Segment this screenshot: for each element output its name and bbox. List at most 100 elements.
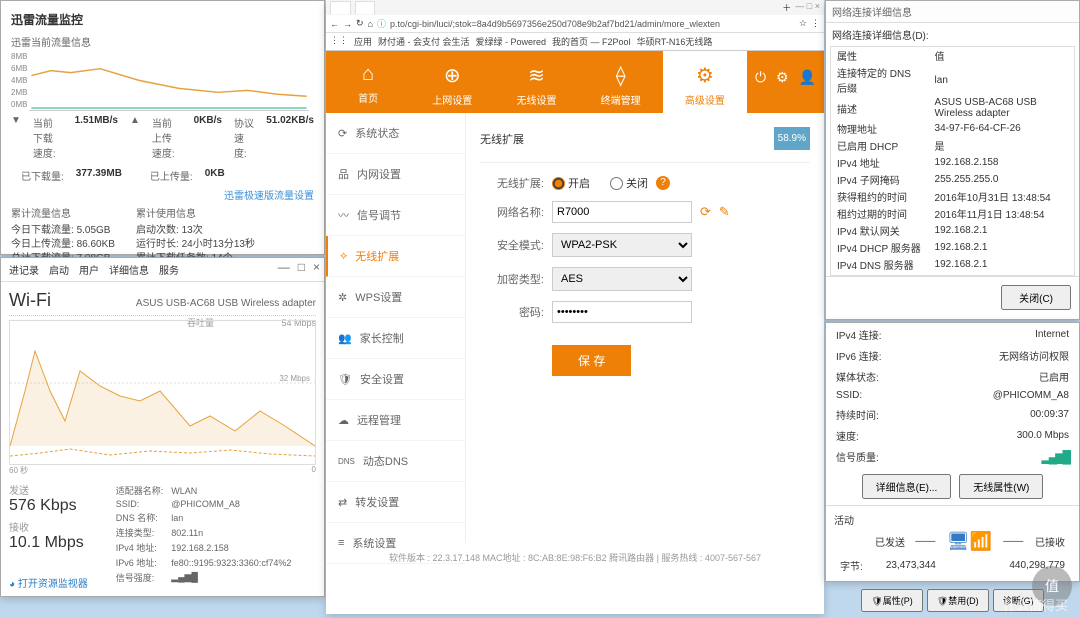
wifi-heading: Wi-Fi (9, 290, 51, 311)
sidebar-item-signal[interactable]: 〰信号调节 (326, 195, 465, 236)
encryption-select[interactable]: AES (552, 267, 692, 291)
tab-users[interactable]: 用户 (79, 262, 99, 277)
disable-button[interactable]: 🛡禁用(D) (927, 589, 989, 612)
password-input[interactable] (552, 301, 692, 323)
tab-startup[interactable]: 启动 (49, 262, 69, 277)
wifi-status: IPv4 连接:Internet IPv6 连接:无网络访问权限 媒体状态:已启… (825, 322, 1080, 582)
radio-off[interactable]: 关闭 (610, 175, 648, 191)
nav-internet[interactable]: ⊕上网设置 (410, 51, 494, 113)
browser-window: ＋ — □ × ← → ↻ ⌂ ⓘ p.to/cgi-bin/luci/;sto… (326, 0, 824, 614)
xunlei-chart (29, 51, 309, 111)
wifi-props-button[interactable]: 无线属性(W) (959, 474, 1043, 499)
close-button[interactable]: 关闭(C) (1001, 285, 1071, 310)
sidebar-item-forward[interactable]: ⇄转发设置 (326, 482, 465, 523)
devices-icon: ⟠ (579, 63, 663, 88)
nav-advanced[interactable]: ⚙高级设置 (663, 51, 747, 113)
xunlei-settings-link[interactable]: 迅雷极速版流量设置 (11, 187, 314, 202)
browser-tab[interactable] (330, 1, 351, 14)
bookmark[interactable]: 我的首页 — F2Pool (552, 35, 631, 48)
props-button[interactable]: 🛡属性(P) (861, 589, 922, 612)
system-icon: ≡ (338, 537, 344, 549)
save-button[interactable]: 保 存 (552, 345, 631, 376)
send-rate: 576 Kbps (9, 497, 84, 515)
forward-icon[interactable]: → (343, 19, 352, 29)
sidebar-item-status[interactable]: ⟳系统状态 (326, 113, 465, 154)
open-resmon-link[interactable]: 打开资源监视器 (18, 579, 88, 590)
adapter-name: ASUS USB-AC68 USB Wireless adapter (136, 298, 316, 309)
nav-terminal[interactable]: ⟠终端管理 (579, 51, 663, 113)
tab-history[interactable]: 进记录 (9, 262, 39, 277)
sidebar-item-wlext[interactable]: ⟡无线扩展 (326, 236, 465, 277)
close-icon[interactable]: × (313, 260, 320, 274)
ssid-input[interactable] (552, 201, 692, 223)
security-select[interactable]: WPA2-PSK (552, 233, 692, 257)
netdetail-title: 网络连接详细信息 (826, 1, 1079, 23)
sidebar-item-lan[interactable]: 品内网设置 (326, 154, 465, 195)
watermark-text: 什么值得买 (1003, 595, 1068, 614)
details-button[interactable]: 详细信息(E)... (862, 474, 952, 499)
main-nav: ⌂首页 ⊕上网设置 ≋无线设置 ⟠终端管理 ⚙高级设置 ⏻ ⚙ 👤 (326, 51, 824, 113)
page-title: 无线扩展 (480, 131, 524, 147)
bookmark[interactable]: 华硕RT-N16无线路 (637, 35, 713, 48)
nav-home[interactable]: ⌂首页 (326, 51, 410, 113)
menubar: 进记录 启动 用户 详细信息 服务 (1, 258, 324, 282)
user-icon[interactable]: 👤 (799, 69, 816, 95)
sidebar-item-remote[interactable]: ☁远程管理 (326, 400, 465, 441)
lan-icon: 品 (338, 166, 349, 182)
y-axis: 8MB6MB4MB2MB0MB (11, 51, 29, 111)
shield-icon: 🛡 (338, 373, 352, 386)
star-icon[interactable]: ☆ (799, 18, 807, 29)
cloud-icon: ☁ (338, 414, 349, 427)
bookmark[interactable]: 应用 (354, 35, 372, 48)
antenna-icon: ⟡ (340, 250, 347, 263)
reload-icon[interactable]: ↻ (356, 18, 364, 29)
bytes-sent: 23,473,344 (870, 556, 940, 575)
wifi-chart: 32 Mbps (9, 320, 316, 465)
sliders-icon: ⚙ (663, 63, 747, 88)
browser-tab[interactable] (355, 1, 376, 14)
home-icon[interactable]: ⌂ (368, 19, 373, 29)
info-icon[interactable]: ⓘ (377, 17, 386, 30)
signal-icon: 〰 (338, 207, 349, 223)
edit-icon[interactable]: ✎ (719, 204, 730, 220)
back-icon[interactable]: ← (330, 19, 339, 29)
sidebar-item-parental[interactable]: 👥家长控制 (326, 318, 465, 359)
url-bar[interactable]: p.to/cgi-bin/luci/;stok=8a4d9b5697356e25… (390, 19, 795, 29)
sidebar-item-security[interactable]: 🛡安全设置 (326, 359, 465, 400)
down-arrow-icon: ▼ (11, 115, 21, 160)
help-icon[interactable]: ? (656, 176, 670, 190)
sidebar-item-ddns[interactable]: DNS动态DNS (326, 441, 465, 482)
radio-on[interactable]: 开启 (552, 175, 590, 191)
percent-badge: 58.9% (774, 127, 810, 150)
xunlei-title: 迅雷流量监控 (11, 11, 314, 28)
home-nav-icon: ⌂ (326, 63, 410, 86)
svg-text:32 Mbps: 32 Mbps (279, 374, 310, 383)
signal-icon: ▂▄▆█ (171, 572, 198, 582)
tab-services[interactable]: 服务 (159, 262, 179, 277)
recv-rate: 10.1 Mbps (9, 534, 84, 552)
power-icon[interactable]: ⏻ (755, 69, 766, 95)
maximize-icon[interactable]: □ (298, 260, 305, 274)
minimize-icon[interactable]: — (278, 260, 290, 274)
dns-icon: DNS (338, 457, 355, 466)
menu-icon[interactable]: ⋮ (811, 18, 820, 29)
new-tab-button[interactable]: ＋ (782, 1, 791, 14)
apps-icon[interactable]: ⋮⋮ (330, 35, 348, 48)
sidebar-item-wps[interactable]: ✲WPS设置 (326, 277, 465, 318)
signal-bars-icon: ▂▄▆█ (1042, 450, 1069, 464)
sidebar: ⟳系统状态 品内网设置 〰信号调节 ⟡无线扩展 ✲WPS设置 👥家长控制 🛡安全… (326, 113, 466, 543)
globe-icon: ⊕ (410, 63, 494, 88)
wps-icon: ✲ (338, 291, 347, 304)
network-details: 网络连接详细信息 网络连接详细信息(D): 属性值 连接特定的 DNS 后缀la… (825, 0, 1080, 320)
gear-icon[interactable]: ⚙ (776, 69, 789, 95)
bookmark[interactable]: 财付通 - 会支付 会生活 (378, 35, 470, 48)
parental-icon: 👥 (338, 332, 352, 345)
resmon-icon: ◕ (9, 579, 15, 590)
tab-details[interactable]: 详细信息 (109, 262, 149, 277)
scan-icon[interactable]: ⟳ (700, 204, 711, 220)
xunlei-monitor: 迅雷流量监控 迅雷当前流量信息 8MB6MB4MB2MB0MB ▼当前下载速度:… (0, 0, 325, 255)
tab-row: ＋ — □ × (326, 0, 824, 15)
shield-icon: 🛡 (871, 596, 882, 606)
nav-wifi[interactable]: ≋无线设置 (494, 51, 578, 113)
bookmark[interactable]: 爱绿绿 - Powered (476, 35, 547, 48)
